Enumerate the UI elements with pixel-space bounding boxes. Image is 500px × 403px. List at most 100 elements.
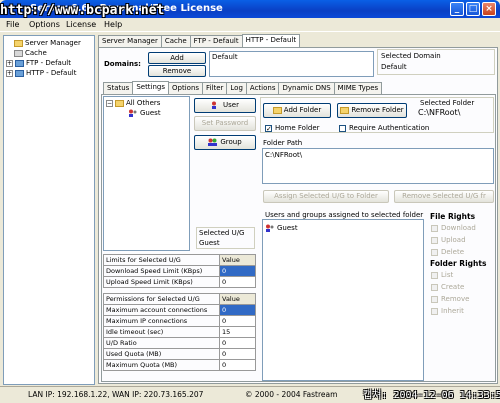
remove-checkbox[interactable]: Remove (431, 295, 469, 303)
expand-icon[interactable]: + (6, 59, 13, 67)
permission-value-cell[interactable]: 0 (219, 315, 256, 327)
permission-value-cell[interactable]: 0 (219, 348, 256, 360)
require-auth-checkbox[interactable]: Require Authentication (339, 124, 429, 132)
users-tree[interactable]: − All Others Guest (103, 96, 190, 251)
remove-ug-button[interactable]: Remove Selected U/G fr (394, 190, 494, 203)
folder-path-item[interactable]: C:\NFRoot\ (265, 151, 302, 159)
file-rights-label: File Rights (430, 212, 476, 221)
checkbox-icon[interactable] (431, 271, 438, 279)
remove-folder-button[interactable]: Remove Folder (337, 103, 407, 118)
minimize-button[interactable]: _ (450, 2, 464, 16)
table-row[interactable]: Maximum Quota (MB) 0 (103, 359, 256, 371)
domain-list-item[interactable]: Default (212, 53, 238, 61)
download-checkbox[interactable]: Download (431, 224, 476, 232)
menu-license[interactable]: License (66, 20, 96, 29)
watermark-text: http://www.bcpark.net (0, 3, 165, 18)
upload-checkbox[interactable]: Upload (431, 236, 466, 244)
permission-value-cell[interactable]: 15 (219, 326, 256, 338)
checkbox-icon[interactable] (339, 124, 346, 132)
user-button[interactable]: User (194, 98, 256, 113)
permissions-header-row: Permissions for Selected U/G Value (103, 293, 256, 305)
tab-dynamic-dns[interactable]: Dynamic DNS (278, 82, 335, 94)
tab-mime-types[interactable]: MIME Types (333, 82, 383, 94)
server-tree[interactable]: Server Manager Cache + FTP - Default + HTT… (3, 35, 95, 385)
limit-name-cell: Download Speed Limit (KBps) (103, 265, 220, 277)
table-row[interactable]: Download Speed Limit (KBps) 0 (103, 265, 256, 277)
limits-grid[interactable]: Limits for Selected U/G Value Download Sp… (103, 254, 256, 288)
selected-folder-label: Selected Folder (420, 99, 475, 107)
selected-domain-box: Selected Domain Default (377, 49, 495, 75)
permission-value-cell[interactable]: 0 (219, 304, 256, 316)
delete-checkbox[interactable]: Delete (431, 248, 464, 256)
table-row[interactable]: U/D Ratio 0 (103, 337, 256, 349)
assign-ug-button[interactable]: Assign Selected U/G to Folder (263, 190, 389, 203)
tab-options[interactable]: Options (168, 82, 204, 94)
folder-path-label: Folder Path (263, 139, 303, 147)
user-icon (265, 224, 274, 232)
table-row[interactable]: Maximum IP connections 0 (103, 315, 256, 327)
domains-label: Domains: (104, 60, 141, 68)
group-button[interactable]: Group (194, 135, 256, 150)
folder-path-list[interactable]: C:\NFRoot\ (262, 148, 494, 184)
tab-settings[interactable]: Settings (132, 81, 170, 94)
checkbox-icon[interactable] (431, 224, 438, 232)
tab-server-manager[interactable]: Server Manager (98, 35, 162, 47)
domain-list[interactable]: Default (209, 51, 374, 77)
checkbox-icon[interactable] (431, 236, 438, 244)
inherit-checkbox[interactable]: Inherit (431, 307, 464, 315)
tab-filter[interactable]: Filter (202, 82, 228, 94)
ip-status: LAN IP: 192.168.1.22, WAN IP: 220.73.165… (28, 390, 204, 399)
permission-name-cell: Maximum Quota (MB) (103, 359, 220, 371)
table-row[interactable]: Maximum account connections 0 (103, 304, 256, 316)
assigned-users-list[interactable]: Guest (262, 219, 424, 381)
menu-help[interactable]: Help (104, 20, 122, 29)
table-row[interactable]: Idle timeout (sec) 15 (103, 326, 256, 338)
selected-domain-value: Default (381, 63, 407, 71)
collapse-icon[interactable]: − (106, 99, 113, 107)
expand-icon[interactable]: + (6, 69, 13, 77)
user-icon (128, 109, 137, 117)
limit-value-cell[interactable]: 0 (219, 265, 256, 277)
create-checkbox[interactable]: Create (431, 283, 464, 291)
maximize-button[interactable]: □ (466, 2, 480, 16)
checkbox-icon[interactable] (431, 295, 438, 303)
menu-file[interactable]: File (6, 20, 19, 29)
folder-icon (14, 39, 23, 47)
menu-options[interactable]: Options (29, 20, 60, 29)
assigned-users-label: Users and groups assigned to selected fo… (265, 211, 424, 219)
selected-folder-value: C:\NFRoot\ (418, 108, 461, 117)
tab-http-default[interactable]: HTTP - Default (241, 34, 301, 47)
limit-value-cell[interactable]: 0 (219, 276, 256, 288)
checkbox-icon[interactable] (431, 248, 438, 256)
checkbox-icon[interactable] (431, 283, 438, 291)
permissions-grid[interactable]: Permissions for Selected U/G Value Maximu… (103, 293, 256, 371)
close-button[interactable]: × (482, 2, 496, 16)
tab-ftp-default[interactable]: FTP - Default (189, 35, 243, 47)
table-row[interactable]: Upload Speed Limit (KBps) 0 (103, 276, 256, 288)
tree-item-ftp[interactable]: + FTP - Default (6, 59, 71, 67)
group-icon (208, 138, 218, 146)
checkbox-icon[interactable] (431, 307, 438, 315)
tab-status[interactable]: Status (103, 82, 134, 94)
add-folder-button[interactable]: Add Folder (263, 103, 331, 118)
permission-value-cell[interactable]: 0 (219, 359, 256, 371)
tree-item-cache[interactable]: Cache (14, 49, 47, 57)
remove-domain-button[interactable]: Remove (148, 65, 206, 77)
assigned-user-item[interactable]: Guest (265, 224, 298, 232)
limits-header-row: Limits for Selected U/G Value (103, 254, 256, 266)
tree-item-all-others[interactable]: − All Others (106, 99, 160, 107)
list-checkbox[interactable]: List (431, 271, 453, 279)
checkbox-checked-icon[interactable]: ✓ (265, 124, 272, 132)
tab-log[interactable]: Log (226, 82, 247, 94)
tab-actions[interactable]: Actions (245, 82, 280, 94)
table-row[interactable]: Used Quota (MB) 0 (103, 348, 256, 360)
tab-cache[interactable]: Cache (160, 35, 191, 47)
set-password-button[interactable]: Set Password (194, 116, 256, 131)
home-folder-checkbox[interactable]: ✓ Home Folder (265, 124, 320, 132)
tree-item-http[interactable]: + HTTP - Default (6, 69, 76, 77)
selected-domain-label: Selected Domain (381, 52, 441, 60)
tree-item-server-manager[interactable]: Server Manager (14, 39, 81, 47)
tree-item-guest[interactable]: Guest (128, 109, 161, 117)
permission-value-cell[interactable]: 0 (219, 337, 256, 349)
add-domain-button[interactable]: Add (148, 52, 206, 64)
